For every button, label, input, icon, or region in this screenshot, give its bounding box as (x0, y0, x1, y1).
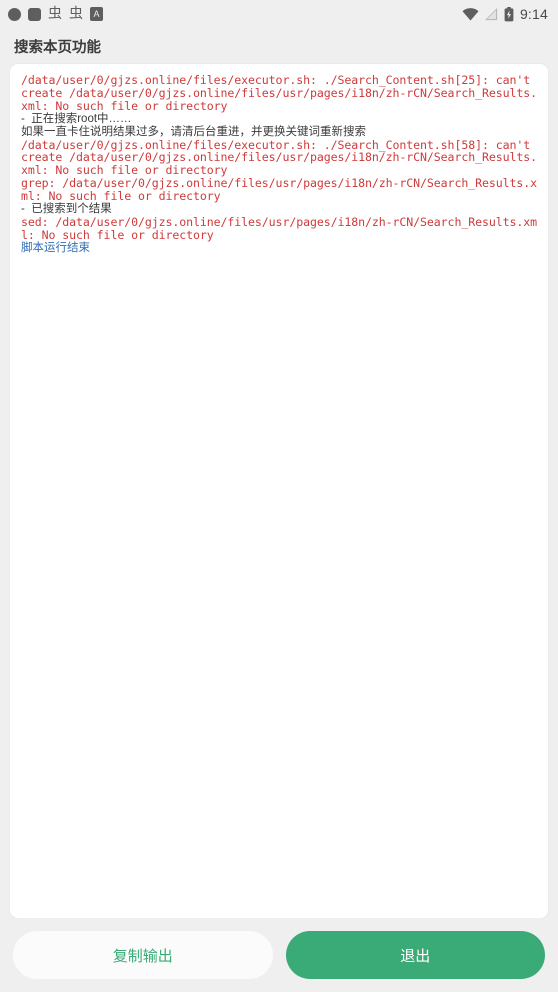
log-line: /data/user/0/gjzs.online/files/executor.… (21, 73, 538, 113)
battery-icon (504, 6, 514, 22)
log-line: 脚本运行结束 (21, 241, 90, 254)
log-line: sed: /data/user/0/gjzs.online/files/usr/… (21, 214, 538, 242)
notification-square-icon (28, 7, 41, 21)
title-bar: 搜索本页功能 (0, 28, 558, 64)
status-bar-notifications: 虫 虫 A (8, 7, 103, 21)
page-title: 搜索本页功能 (14, 39, 101, 56)
exit-button[interactable]: 退出 (285, 931, 545, 979)
footer-actions: 复制输出 退出 (0, 918, 558, 992)
log-line: - 正在搜索root中…… (21, 112, 132, 125)
status-bar-system: 9:14 (462, 6, 548, 22)
status-bar: 虫 虫 A 9:14 (0, 0, 558, 28)
signal-icon (484, 7, 498, 21)
status-bar-clock: 9:14 (519, 6, 548, 22)
wifi-icon (462, 7, 479, 21)
output-console[interactable]: /data/user/0/gjzs.online/files/executor.… (10, 64, 548, 918)
log-line: 如果一直卡住说明结果过多，请清后台重进，并更换关键词重新搜索 (21, 125, 366, 138)
bug-icon-2: 虫 (69, 6, 83, 22)
log-line: /data/user/0/gjzs.online/files/executor.… (21, 137, 538, 178)
log-line: grep: /data/user/0/gjzs.online/files/usr… (21, 176, 538, 204)
bug-icon-1: 虫 (48, 6, 62, 22)
copy-output-button[interactable]: 复制输出 (13, 931, 273, 979)
app-badge-icon: A (90, 7, 103, 21)
notification-dot-icon (8, 7, 21, 21)
output-panel-wrapper: /data/user/0/gjzs.online/files/executor.… (0, 64, 558, 918)
